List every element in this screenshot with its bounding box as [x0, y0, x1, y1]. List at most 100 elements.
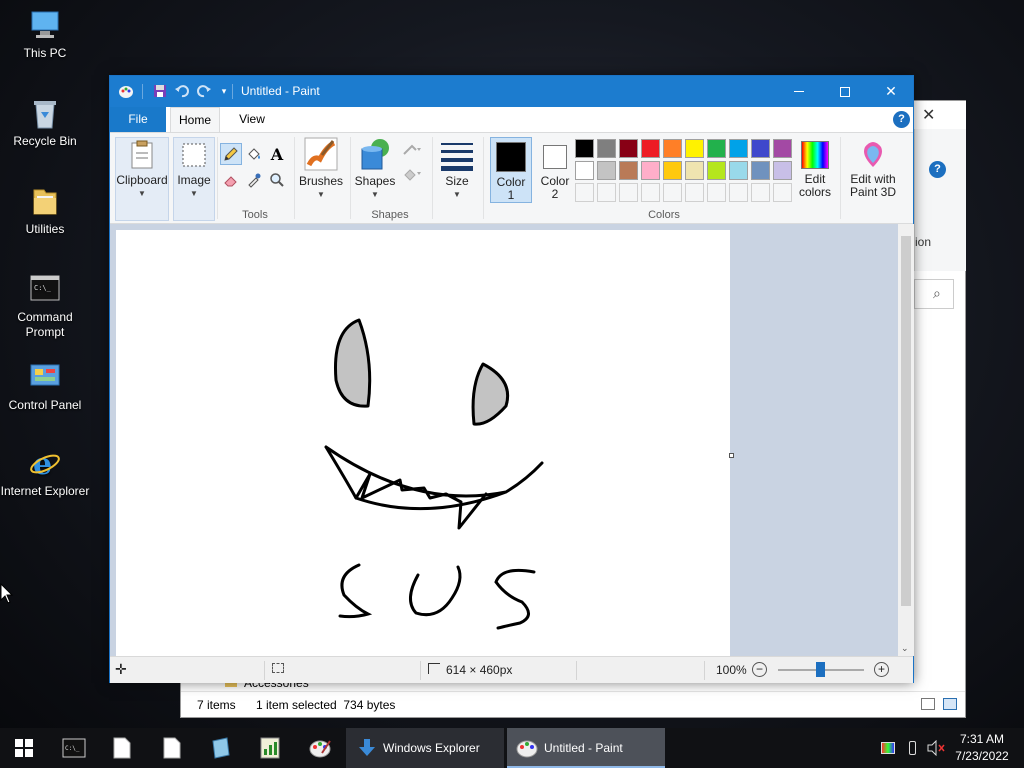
- color-swatch[interactable]: [575, 161, 594, 180]
- custom-color-slot[interactable]: [619, 183, 638, 202]
- custom-color-slot[interactable]: [641, 183, 660, 202]
- rainbow-palette-icon: [801, 141, 829, 169]
- start-button[interactable]: [0, 728, 48, 768]
- desktop-icon-recycle-bin[interactable]: Recycle Bin: [0, 96, 90, 149]
- taskbar-file-2[interactable]: [148, 728, 196, 768]
- taskbar-app-4[interactable]: [246, 728, 294, 768]
- custom-color-slot[interactable]: [663, 183, 682, 202]
- taskbar-app-3[interactable]: [196, 728, 244, 768]
- color-swatch[interactable]: [729, 139, 748, 158]
- magnifier-tool[interactable]: [266, 169, 288, 191]
- ribbon-tabs: File Home View ?: [110, 107, 913, 133]
- help-icon[interactable]: ?: [929, 161, 946, 178]
- desktop-icon-utilities[interactable]: Utilities: [0, 184, 90, 237]
- taskbar-file-1[interactable]: [98, 728, 146, 768]
- color-swatch[interactable]: [685, 161, 704, 180]
- fill-tool[interactable]: [243, 143, 265, 165]
- color-swatch[interactable]: [707, 161, 726, 180]
- color-swatch[interactable]: [619, 139, 638, 158]
- edit-colors-button[interactable]: Edit colors: [794, 137, 836, 207]
- zoom-slider-thumb[interactable]: [816, 662, 825, 677]
- taskbar-task-windows-explorer[interactable]: Windows Explorer: [346, 728, 504, 768]
- taskbar-clock[interactable]: 7:31 AM 7/23/2022: [946, 731, 1018, 765]
- drawing-canvas[interactable]: [116, 230, 730, 656]
- scrollbar-thumb[interactable]: [901, 236, 911, 606]
- custom-color-slot[interactable]: [729, 183, 748, 202]
- color-swatch[interactable]: [773, 161, 792, 180]
- brushes-button[interactable]: Brushes ▼: [297, 137, 345, 207]
- tray-volume-muted-icon[interactable]: [926, 728, 946, 768]
- custom-color-slot[interactable]: [575, 183, 594, 202]
- color-swatch[interactable]: [663, 161, 682, 180]
- redo-icon[interactable]: [196, 83, 212, 99]
- large-icons-view-icon[interactable]: [943, 698, 957, 710]
- color2-swatch: [543, 145, 567, 169]
- color-picker-tool[interactable]: [243, 169, 265, 191]
- explorer-search-box[interactable]: ⌕: [914, 279, 954, 309]
- desktop-icon-this-pc[interactable]: This PC: [0, 8, 90, 61]
- color-swatch[interactable]: [773, 139, 792, 158]
- color-swatch[interactable]: [707, 139, 726, 158]
- color-swatch[interactable]: [751, 139, 770, 158]
- undo-icon[interactable]: [174, 83, 190, 99]
- canvas-resize-handle[interactable]: [729, 453, 734, 458]
- zoom-out-button[interactable]: −: [752, 662, 767, 677]
- custom-color-slot[interactable]: [685, 183, 704, 202]
- color-swatch[interactable]: [641, 161, 660, 180]
- color-swatch[interactable]: [641, 139, 660, 158]
- custom-color-slot[interactable]: [751, 183, 770, 202]
- tray-display-icon[interactable]: [878, 728, 898, 768]
- tab-home[interactable]: Home: [170, 107, 220, 133]
- title-bar[interactable]: ▾ Untitled - Paint ✕: [110, 76, 913, 107]
- desktop-icon-command-prompt[interactable]: C:\_ Command Prompt: [0, 272, 90, 340]
- tools-group-label: Tools: [242, 209, 268, 221]
- edit-with-paint3d-button[interactable]: Edit with Paint 3D: [844, 137, 902, 207]
- custom-color-slot[interactable]: [773, 183, 792, 202]
- color1-button[interactable]: Color 1: [490, 137, 532, 203]
- minimize-button[interactable]: [776, 76, 822, 107]
- taskbar-command-prompt[interactable]: C:\_: [50, 728, 98, 768]
- paint-window[interactable]: ▾ Untitled - Paint ✕ File Home View ? Cl…: [109, 75, 914, 683]
- text-tool[interactable]: A: [266, 143, 288, 165]
- save-icon[interactable]: [152, 83, 168, 99]
- outline-button[interactable]: [400, 139, 424, 161]
- color-swatch[interactable]: [597, 139, 616, 158]
- fill-button[interactable]: [400, 163, 424, 185]
- size-button[interactable]: Size ▼: [436, 137, 478, 207]
- color-swatch[interactable]: [685, 139, 704, 158]
- eraser-tool[interactable]: [220, 169, 242, 191]
- taskbar-paint[interactable]: [296, 728, 344, 768]
- close-icon[interactable]: ✕: [922, 105, 935, 125]
- color-swatch[interactable]: [619, 161, 638, 180]
- clock-time: 7:31 AM: [959, 732, 1005, 746]
- canvas-workspace: [110, 224, 898, 656]
- image-button[interactable]: Image ▼: [173, 137, 215, 221]
- paint-palette-icon: [516, 740, 538, 758]
- color-swatch[interactable]: [751, 161, 770, 180]
- scroll-down-icon[interactable]: ⌄: [901, 643, 909, 654]
- customize-quick-access-icon[interactable]: ▾: [216, 83, 232, 99]
- color-swatch[interactable]: [575, 139, 594, 158]
- help-icon[interactable]: ?: [893, 111, 910, 128]
- tab-file[interactable]: File: [110, 107, 166, 132]
- color-swatch[interactable]: [663, 139, 682, 158]
- close-button[interactable]: ✕: [868, 76, 914, 107]
- details-view-icon[interactable]: [921, 698, 935, 710]
- color-swatch[interactable]: [597, 161, 616, 180]
- taskbar-task-paint[interactable]: Untitled - Paint: [507, 728, 665, 768]
- tab-view[interactable]: View: [226, 107, 278, 132]
- clipboard-button[interactable]: Clipboard ▼: [115, 137, 169, 221]
- zoom-in-button[interactable]: +: [874, 662, 889, 677]
- desktop-icon-control-panel[interactable]: Control Panel: [0, 360, 90, 413]
- paint-app-icon[interactable]: [118, 83, 134, 99]
- pencil-tool[interactable]: [220, 143, 242, 165]
- shapes-button[interactable]: Shapes ▼: [353, 137, 397, 207]
- tray-usb-icon[interactable]: [902, 728, 922, 768]
- maximize-button[interactable]: [822, 76, 868, 107]
- custom-color-slot[interactable]: [597, 183, 616, 202]
- vertical-scrollbar[interactable]: ⌄: [898, 224, 914, 656]
- color2-button[interactable]: Color 2: [534, 137, 576, 203]
- color-swatch[interactable]: [729, 161, 748, 180]
- desktop-icon-internet-explorer[interactable]: e Internet Explorer: [0, 446, 90, 499]
- custom-color-slot[interactable]: [707, 183, 726, 202]
